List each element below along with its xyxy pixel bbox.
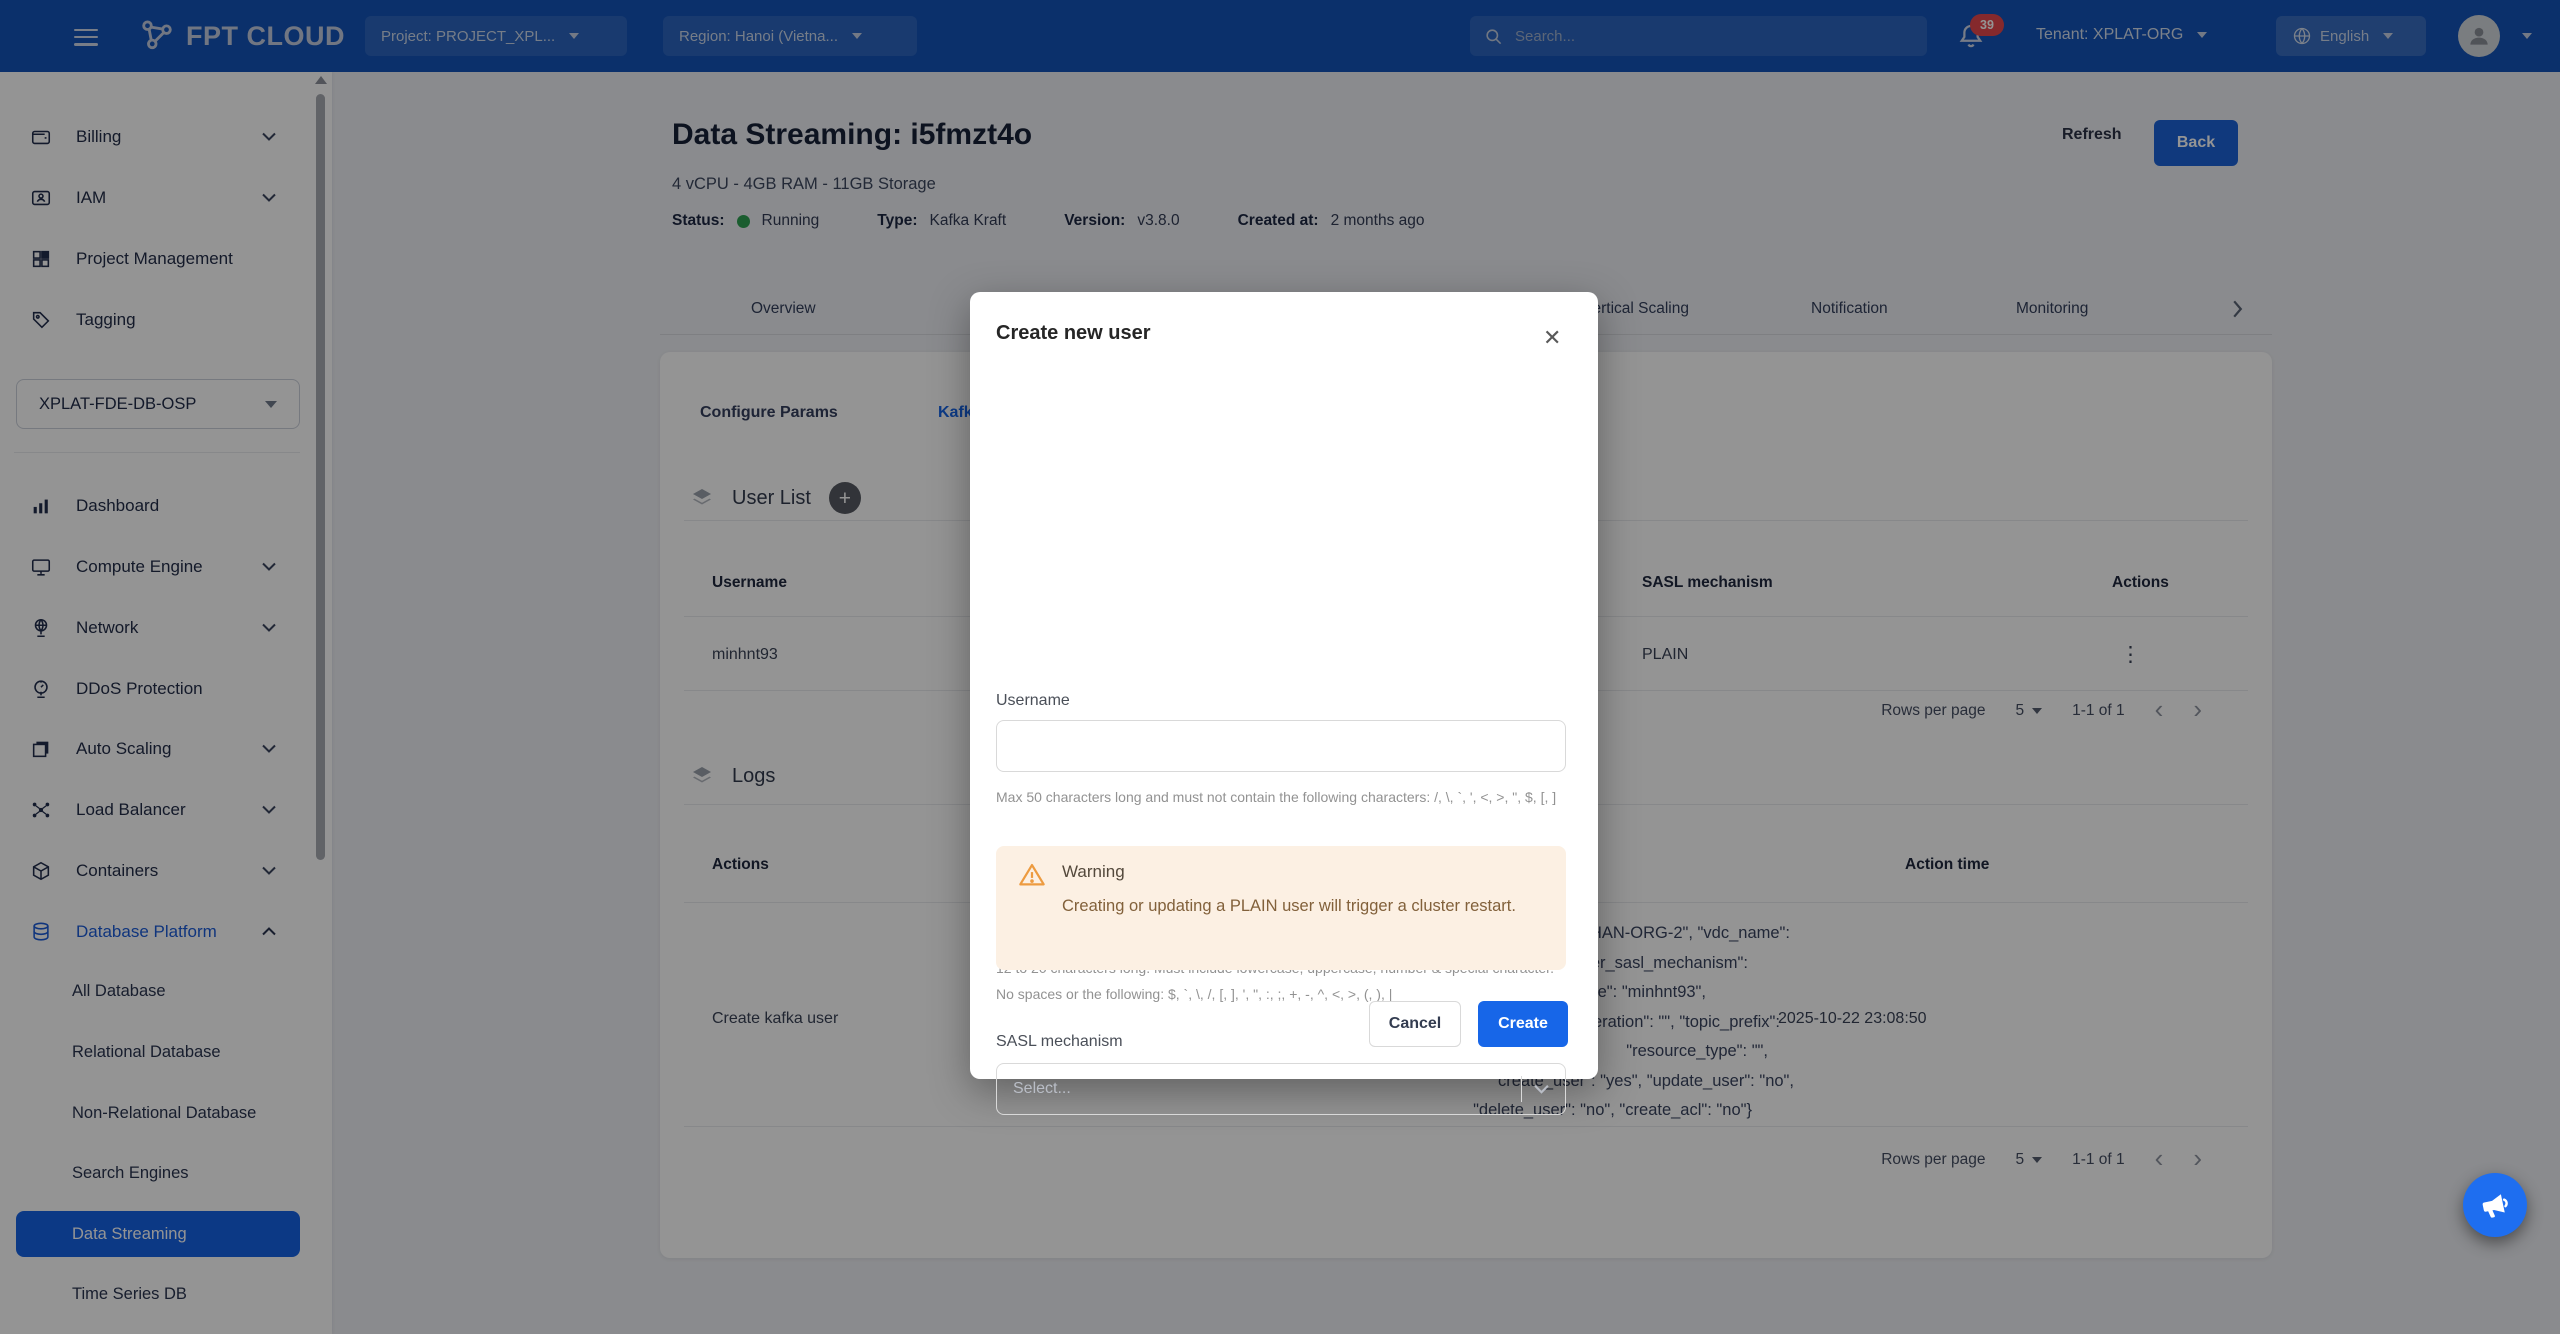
megaphone-icon: [2476, 1186, 2514, 1224]
sasl-mechanism-select[interactable]: Select...: [996, 1063, 1566, 1115]
warning-body: Creating or updating a PLAIN user will t…: [1062, 892, 1517, 920]
create-button[interactable]: Create: [1478, 1001, 1568, 1047]
username-field[interactable]: [996, 720, 1566, 772]
support-fab-button[interactable]: [2463, 1173, 2527, 1237]
create-user-modal: Create new user Username Max 50 characte…: [970, 292, 1598, 1079]
warning-alert: Warning Creating or updating a PLAIN use…: [996, 846, 1566, 970]
username-help-text: Max 50 characters long and must not cont…: [996, 784, 1570, 810]
chevron-down-icon: [1534, 1084, 1549, 1094]
sasl-label: SASL mechanism: [996, 1033, 1123, 1051]
warning-title: Warning: [1062, 862, 1125, 882]
select-placeholder: Select...: [1013, 1080, 1071, 1098]
username-label: Username: [996, 692, 1070, 710]
modal-title: Create new user: [996, 322, 1151, 345]
modal-close-icon[interactable]: ✕: [1543, 325, 1561, 351]
warning-triangle-icon: [1018, 861, 1046, 889]
cancel-button[interactable]: Cancel: [1369, 1001, 1461, 1047]
